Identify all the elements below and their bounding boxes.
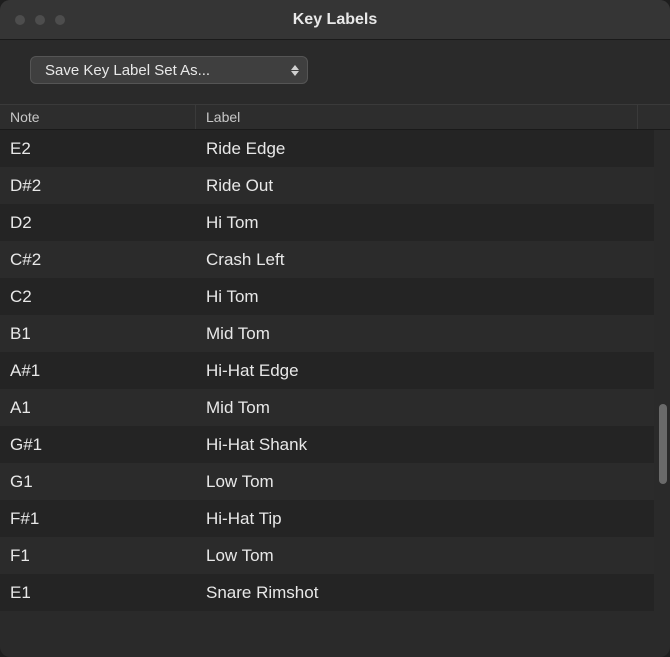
cell-note[interactable]: C2: [0, 287, 196, 307]
cell-note[interactable]: G1: [0, 472, 196, 492]
table-row[interactable]: A1Mid Tom: [0, 389, 654, 426]
cell-note[interactable]: D2: [0, 213, 196, 233]
table-body: E2Ride EdgeD#2Ride OutD2Hi TomC#2Crash L…: [0, 130, 670, 611]
cell-label[interactable]: Mid Tom: [196, 398, 654, 418]
cell-label[interactable]: Low Tom: [196, 472, 654, 492]
cell-note[interactable]: C#2: [0, 250, 196, 270]
cell-label[interactable]: Low Tom: [196, 546, 654, 566]
table-row[interactable]: G1Low Tom: [0, 463, 654, 500]
cell-label[interactable]: Ride Edge: [196, 139, 654, 159]
table-row[interactable]: F1Low Tom: [0, 537, 654, 574]
cell-label[interactable]: Hi-Hat Shank: [196, 435, 654, 455]
cell-label[interactable]: Snare Rimshot: [196, 583, 654, 603]
key-labels-table: Note Label E2Ride EdgeD#2Ride OutD2Hi To…: [0, 104, 670, 657]
cell-note[interactable]: F#1: [0, 509, 196, 529]
dropdown-label: Save Key Label Set As...: [45, 62, 210, 79]
table-row[interactable]: D#2Ride Out: [0, 167, 654, 204]
cell-note[interactable]: B1: [0, 324, 196, 344]
table-row[interactable]: C2Hi Tom: [0, 278, 654, 315]
cell-note[interactable]: G#1: [0, 435, 196, 455]
table-row[interactable]: E2Ride Edge: [0, 130, 654, 167]
cell-label[interactable]: Hi-Hat Edge: [196, 361, 654, 381]
table-row[interactable]: B1Mid Tom: [0, 315, 654, 352]
toolbar: Save Key Label Set As...: [0, 40, 670, 104]
table-row[interactable]: E1Snare Rimshot: [0, 574, 654, 611]
titlebar: Key Labels: [0, 0, 670, 40]
vertical-scrollbar[interactable]: [659, 404, 667, 484]
table-row[interactable]: G#1Hi-Hat Shank: [0, 426, 654, 463]
window-title: Key Labels: [0, 11, 670, 29]
window-controls: [0, 14, 66, 26]
key-labels-window: Key Labels Save Key Label Set As... Note…: [0, 0, 670, 657]
cell-note[interactable]: E2: [0, 139, 196, 159]
cell-label[interactable]: Ride Out: [196, 176, 654, 196]
table-row[interactable]: F#1Hi-Hat Tip: [0, 500, 654, 537]
cell-label[interactable]: Hi-Hat Tip: [196, 509, 654, 529]
close-button[interactable]: [14, 14, 26, 26]
table-row[interactable]: A#1Hi-Hat Edge: [0, 352, 654, 389]
column-header-note[interactable]: Note: [0, 105, 196, 129]
cell-note[interactable]: A1: [0, 398, 196, 418]
cell-label[interactable]: Hi Tom: [196, 287, 654, 307]
dropdown-stepper-icon: [291, 65, 299, 76]
table-row[interactable]: C#2Crash Left: [0, 241, 654, 278]
table-header-row: Note Label: [0, 104, 670, 130]
minimize-button[interactable]: [34, 14, 46, 26]
cell-label[interactable]: Hi Tom: [196, 213, 654, 233]
cell-note[interactable]: A#1: [0, 361, 196, 381]
table-row[interactable]: D2Hi Tom: [0, 204, 654, 241]
cell-label[interactable]: Mid Tom: [196, 324, 654, 344]
cell-note[interactable]: D#2: [0, 176, 196, 196]
cell-note[interactable]: F1: [0, 546, 196, 566]
column-header-spacer: [638, 105, 670, 129]
key-label-set-dropdown[interactable]: Save Key Label Set As...: [30, 56, 308, 84]
column-header-label[interactable]: Label: [196, 105, 638, 129]
cell-label[interactable]: Crash Left: [196, 250, 654, 270]
zoom-button[interactable]: [54, 14, 66, 26]
cell-note[interactable]: E1: [0, 583, 196, 603]
